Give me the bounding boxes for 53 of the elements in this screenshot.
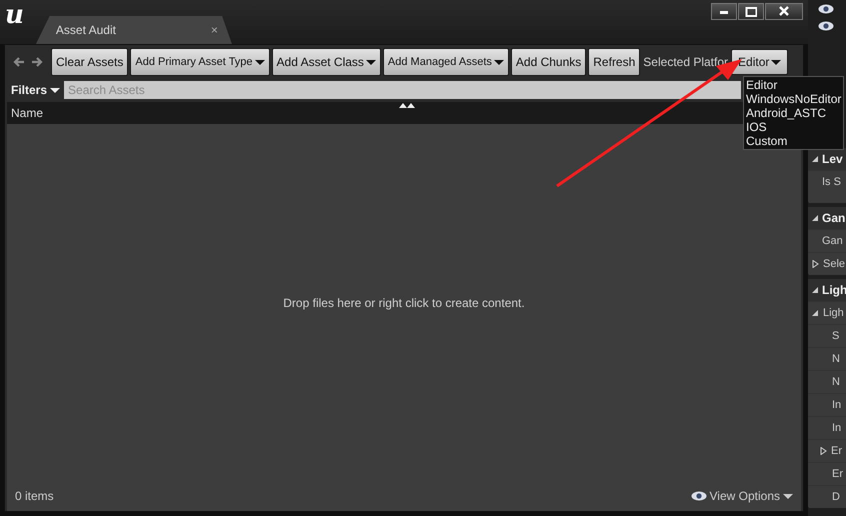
section-header[interactable]: Lev xyxy=(808,148,846,170)
property-label: Is S xyxy=(822,176,841,188)
collapse-arrow-icon[interactable] xyxy=(812,155,819,163)
platform-dropdown[interactable]: Editor xyxy=(731,49,788,75)
close-button[interactable] xyxy=(765,3,803,20)
tree-item[interactable]: Er xyxy=(831,445,842,457)
property-label: N xyxy=(832,376,840,388)
expand-arrow-icon[interactable] xyxy=(812,260,819,268)
close-icon xyxy=(778,6,790,17)
eye-icon[interactable] xyxy=(818,21,834,31)
menu-item[interactable]: Custom xyxy=(746,134,842,148)
property-label: Gan xyxy=(822,235,843,247)
back-icon[interactable] xyxy=(13,57,25,67)
tree-item[interactable]: Ligh xyxy=(823,307,844,319)
property-label: In xyxy=(832,399,842,411)
logo: u xyxy=(5,0,24,30)
property-label: In xyxy=(832,422,842,434)
empty-message: Drop files here or right click to create content. xyxy=(283,296,525,310)
section-header[interactable]: Gan xyxy=(808,207,846,229)
collapse-arrow-icon[interactable] xyxy=(812,286,819,294)
menu-item[interactable]: Android_ASTC xyxy=(746,106,842,120)
eye-icon[interactable] xyxy=(690,491,707,501)
close-button[interactable]: × xyxy=(210,23,218,37)
toolbar-button[interactable]: Add Chunks xyxy=(510,48,586,76)
minimize-button[interactable] xyxy=(711,3,737,20)
view-options-button[interactable]: View Options xyxy=(690,489,793,503)
toolbar-button[interactable]: Refresh xyxy=(588,48,640,76)
property-label: N xyxy=(832,353,840,365)
eye-icon[interactable] xyxy=(818,4,834,14)
forward-icon[interactable] xyxy=(31,57,43,67)
expand-arrow-icon[interactable] xyxy=(820,447,827,455)
caret-icon xyxy=(771,60,782,64)
toolbar-button[interactable]: Add Asset Class xyxy=(272,48,381,76)
menu-item[interactable]: IOS xyxy=(746,120,842,134)
toolbar-button[interactable]: Add Primary Asset Type xyxy=(130,48,270,76)
toolbar-button[interactable]: Clear Assets xyxy=(51,48,128,76)
caret-icon xyxy=(783,494,793,498)
sort-icon[interactable] xyxy=(399,102,415,108)
collapse-arrow-icon[interactable] xyxy=(812,309,819,317)
collapse-arrow-icon[interactable] xyxy=(812,214,819,222)
document-tab[interactable]: Asset Audit × xyxy=(36,16,232,44)
property-label: Er xyxy=(832,468,843,480)
property-label: D xyxy=(832,491,840,503)
search-field[interactable]: Search Assets xyxy=(64,81,741,99)
column-header[interactable]: Name xyxy=(11,106,44,120)
property-label: S xyxy=(832,330,840,342)
menu-item[interactable]: WindowsNoEditor xyxy=(746,92,842,106)
toolbar-button[interactable]: Add Managed Assets xyxy=(382,48,509,76)
maximize-button[interactable] xyxy=(738,3,764,20)
menu-item[interactable]: Editor xyxy=(746,78,842,92)
tree-item[interactable]: Sele xyxy=(823,258,846,270)
maximize-icon xyxy=(745,6,757,17)
item-count: 0 items xyxy=(15,489,54,503)
